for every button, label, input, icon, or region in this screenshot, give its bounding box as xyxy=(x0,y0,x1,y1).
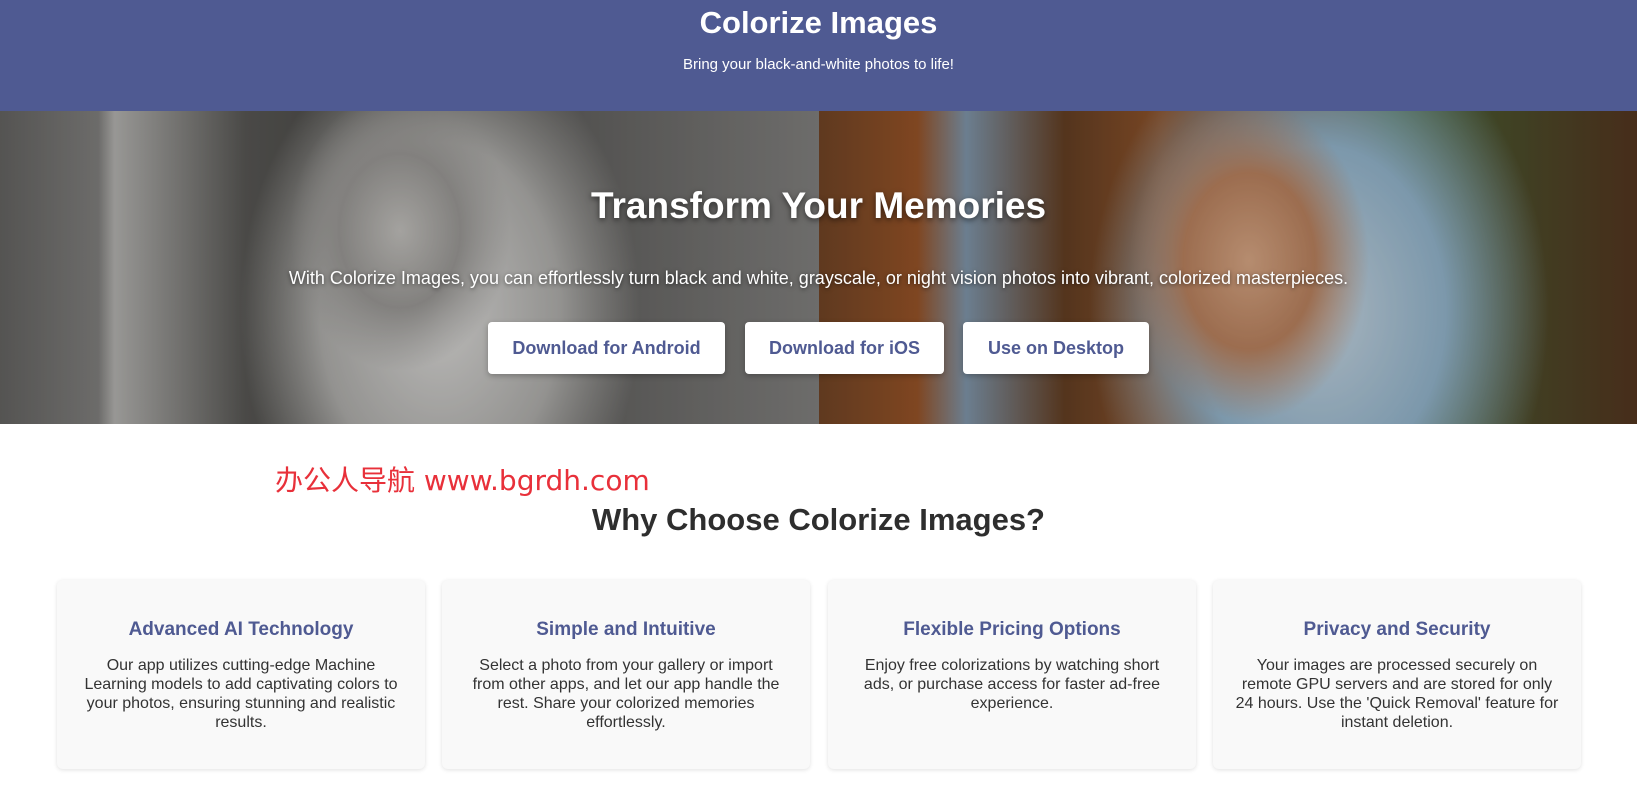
hero-lead-text: With Colorize Images, you can effortless… xyxy=(288,268,1349,288)
download-ios-button[interactable]: Download for iOS xyxy=(745,322,944,374)
feature-card-body: Select a photo from your gallery or impo… xyxy=(472,657,780,731)
feature-card-ai: Advanced AI Technology Our app utilizes … xyxy=(57,580,425,769)
feature-card-body: Our app utilizes cutting-edge Machine Le… xyxy=(84,657,398,731)
use-on-desktop-button[interactable]: Use on Desktop xyxy=(963,322,1149,374)
feature-card-simple: Simple and Intuitive Select a photo from… xyxy=(442,580,810,769)
feature-card-title: Simple and Intuitive xyxy=(536,619,716,640)
download-android-button[interactable]: Download for Android xyxy=(488,322,725,374)
hero-banner: Transform Your Memories With Colorize Im… xyxy=(0,111,1637,424)
feature-card-privacy: Privacy and Security Your images are pro… xyxy=(1213,580,1581,769)
feature-card-pricing: Flexible Pricing Options Enjoy free colo… xyxy=(828,580,1196,769)
feature-card-title: Privacy and Security xyxy=(1303,619,1491,640)
hero-heading: Transform Your Memories xyxy=(590,185,1047,226)
site-subtitle: Bring your black-and-white photos to lif… xyxy=(683,56,954,73)
watermark-text: 办公人导航 www.bgrdh.com xyxy=(275,464,650,497)
feature-card-body: Your images are processed securely on re… xyxy=(1235,657,1559,731)
site-title: Colorize Images xyxy=(699,5,938,40)
feature-card-body: Enjoy free colorizations by watching sho… xyxy=(863,657,1161,712)
features-section-title: Why Choose Colorize Images? xyxy=(591,502,1045,537)
feature-card-title: Flexible Pricing Options xyxy=(903,619,1121,640)
feature-card-title: Advanced AI Technology xyxy=(128,619,354,640)
site-header: Colorize Images Bring your black-and-whi… xyxy=(0,0,1637,111)
